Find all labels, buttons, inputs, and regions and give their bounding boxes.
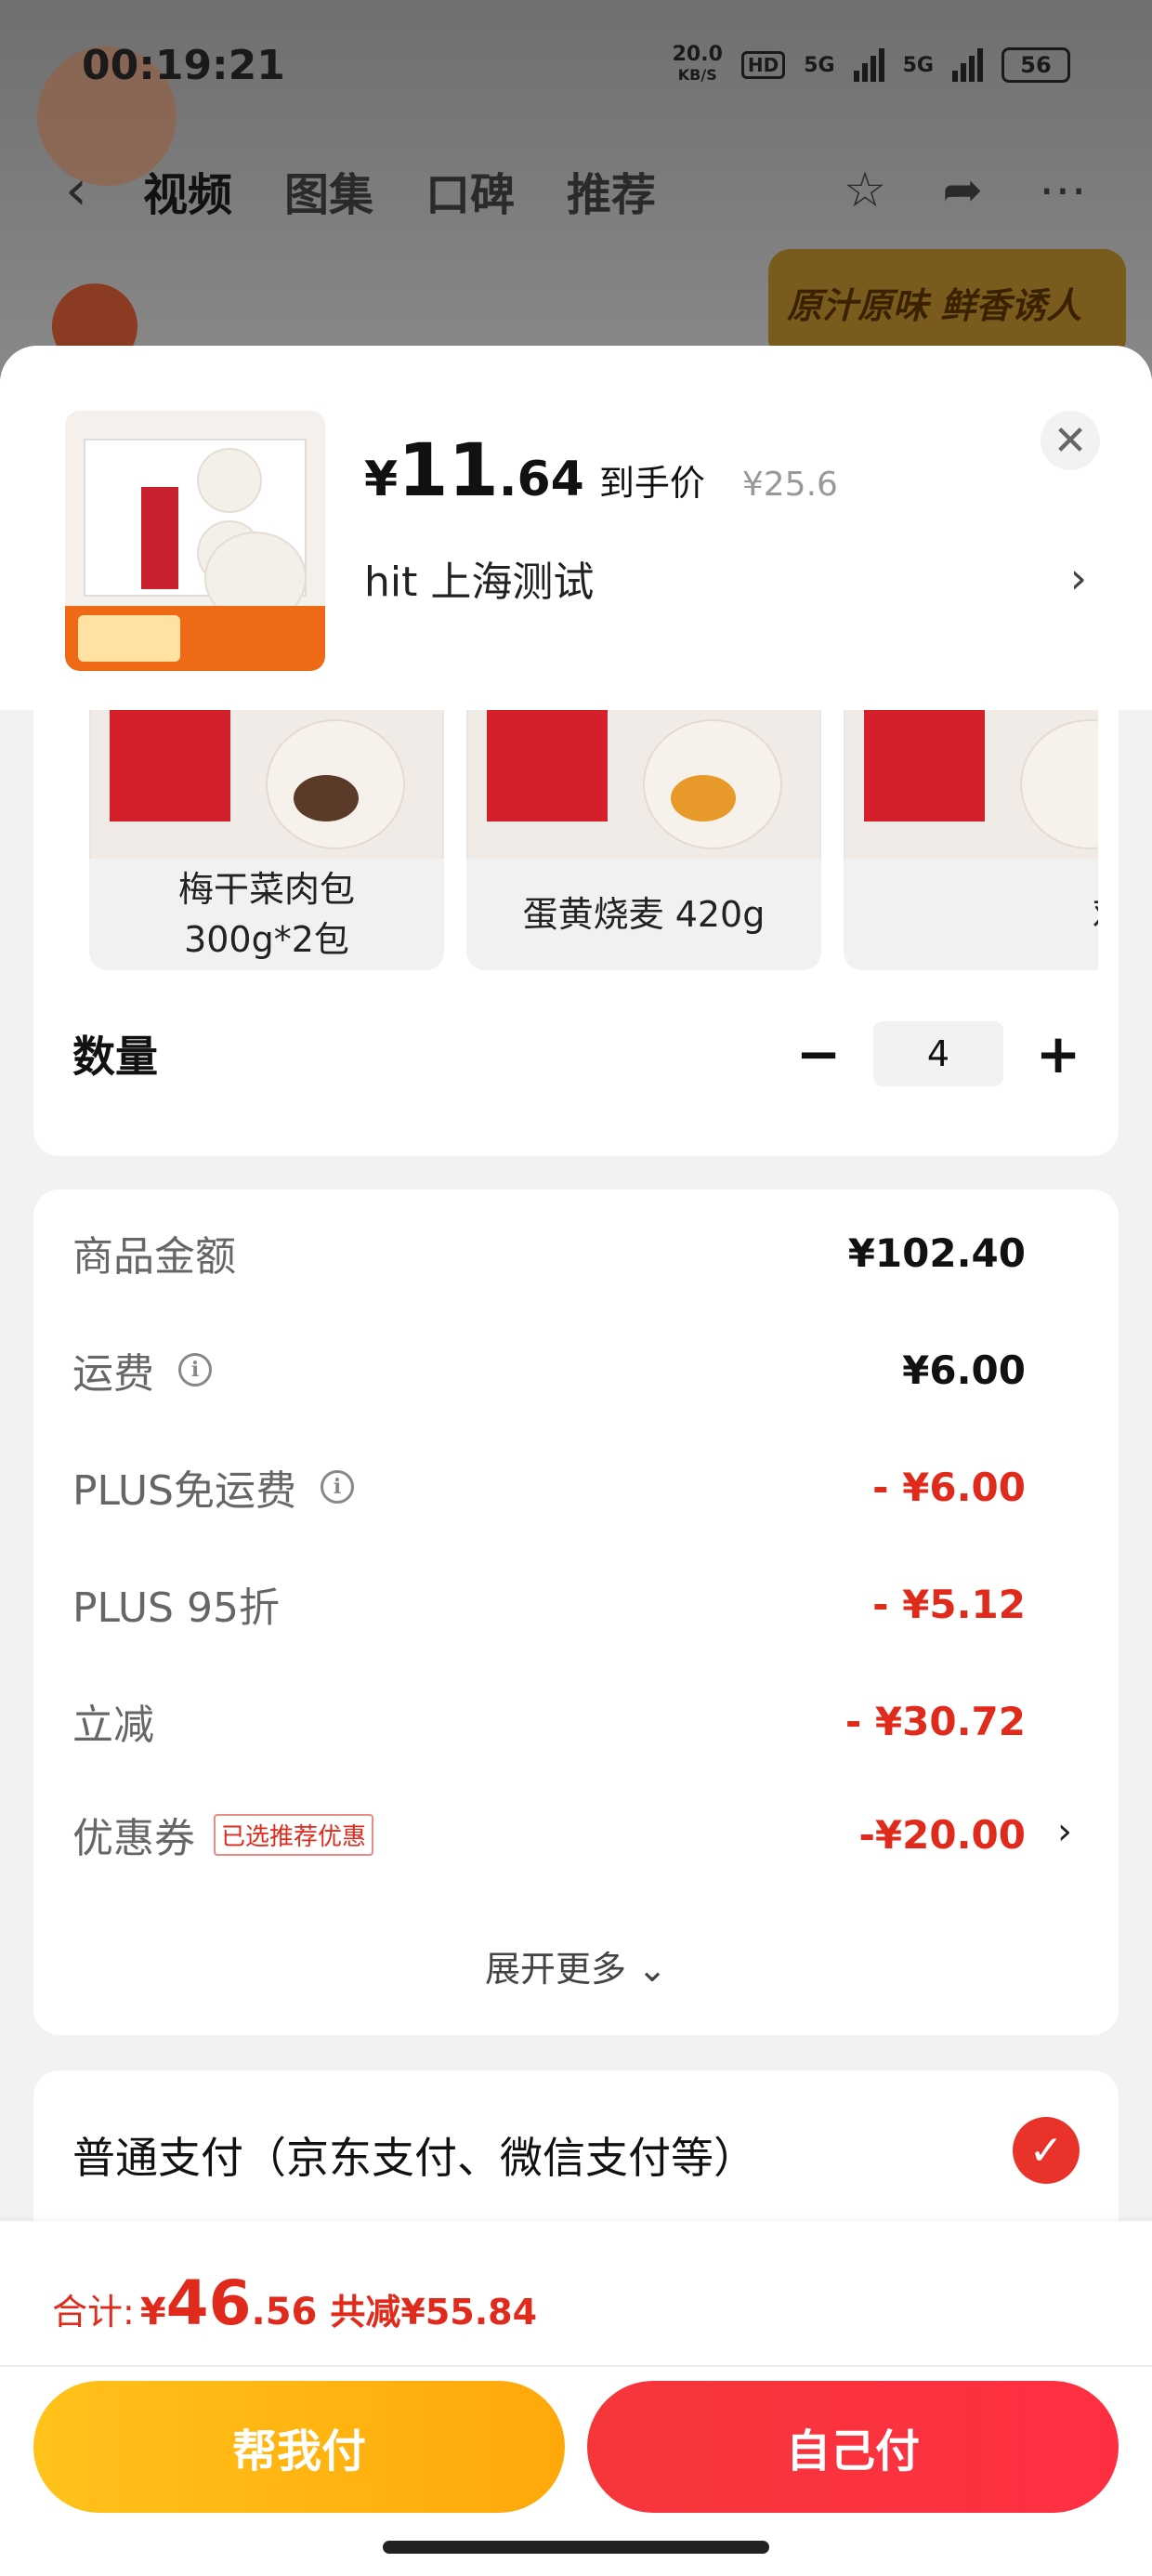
- price-breakdown-card: 商品金额 ¥102.40 运费 i ¥6.00 PLUS免运费 i - ¥6.00 …: [33, 1189, 1119, 2035]
- signal-icon: [853, 48, 884, 82]
- battery-icon: 56: [1001, 47, 1070, 83]
- variant-name: 梅干菜肉包 300g*2包: [89, 859, 444, 970]
- goods-amount-row: 商品金额 ¥102.40: [72, 1223, 1026, 1282]
- tab-video[interactable]: 视频: [143, 158, 232, 223]
- network-speed: 20.0 KB/S: [672, 43, 723, 85]
- variant-option[interactable]: 鸡肉包: [844, 710, 1098, 970]
- increase-button[interactable]: +: [1035, 1022, 1081, 1085]
- variant-image: [466, 710, 821, 859]
- original-price: ¥25.6: [741, 466, 838, 504]
- variant-image: [844, 710, 1098, 859]
- chevron-down-icon: ⌄: [637, 1949, 667, 1990]
- plus-discount-row: PLUS 95折 - ¥5.12: [72, 1574, 1026, 1634]
- close-icon: ✕: [1053, 416, 1088, 465]
- signal-label-2: 5G: [902, 53, 934, 77]
- quantity-stepper: − 4 +: [795, 1021, 1081, 1086]
- signal-label-1: 5G: [804, 53, 835, 77]
- shipping-value: ¥6.00: [902, 1347, 1026, 1393]
- quantity-row: 数量 − 4 +: [72, 1007, 1081, 1100]
- total-decimal: .56: [251, 2291, 318, 2333]
- plus-free-shipping-row: PLUS免运费 i - ¥6.00: [72, 1457, 1026, 1517]
- goods-amount-label: 商品金额: [72, 1233, 236, 1281]
- variant-option[interactable]: 蛋黄烧麦 420g: [466, 710, 821, 970]
- coupon-row[interactable]: 优惠券 已选推荐优惠 -¥20.00: [72, 1805, 1026, 1864]
- variant-option[interactable]: 梅干菜肉包 300g*2包: [89, 710, 444, 970]
- coupon-tag: 已选推荐优惠: [214, 1813, 374, 1856]
- address-row[interactable]: hit 上海测试 ›: [364, 548, 1087, 608]
- back-icon[interactable]: ‹: [65, 158, 87, 223]
- tab-recommend[interactable]: 推荐: [567, 158, 656, 223]
- goods-amount-value: ¥102.40: [847, 1229, 1026, 1276]
- coupon-value: -¥20.00: [858, 1811, 1026, 1858]
- variant-name: 鸡肉包: [844, 859, 1098, 970]
- variant-list: 梅干菜肉包 300g*2包 蛋黄烧麦 420g 鸡肉包: [89, 710, 1098, 970]
- variant-card: 梅干菜肉包 300g*2包 蛋黄烧麦 420g 鸡肉包 数量 − 4 +: [33, 710, 1119, 1156]
- total-label: 合计:: [52, 2292, 135, 2333]
- share-icon[interactable]: ➦: [942, 163, 983, 218]
- more-icon[interactable]: ⋯: [1039, 163, 1087, 218]
- product-thumbnail: [65, 411, 325, 671]
- close-button[interactable]: ✕: [1041, 411, 1100, 470]
- help-pay-button[interactable]: 帮我付: [33, 2381, 565, 2513]
- signal-icon-2: [952, 48, 983, 82]
- background-nav: ‹ 视频 图集 口碑 推荐 ☆ ➦ ⋯: [65, 149, 1087, 232]
- tab-reviews[interactable]: 口碑: [425, 158, 515, 223]
- total-row: 合计: ¥ 46 .56 共减¥55.84: [52, 2267, 537, 2339]
- price-currency: ¥: [364, 452, 399, 507]
- star-icon[interactable]: ☆: [844, 163, 887, 218]
- tab-gallery[interactable]: 图集: [284, 158, 373, 223]
- chevron-right-icon[interactable]: ›: [1057, 1810, 1072, 1853]
- divider: [0, 2365, 1152, 2367]
- total-integer: 46: [165, 2267, 252, 2339]
- instant-discount-value: - ¥30.72: [844, 1698, 1026, 1744]
- price-note: 到手价: [598, 463, 705, 504]
- sheet-header: ¥ 11 .64 到手价 ¥25.6 hit 上海测试 › ✕: [0, 346, 1152, 710]
- info-icon[interactable]: i: [178, 1353, 212, 1387]
- expand-more-button[interactable]: 展开更多 ⌄: [33, 1940, 1119, 1991]
- total-currency: ¥: [139, 2291, 166, 2333]
- price-integer: 11: [398, 429, 499, 513]
- coupon-label: 优惠券: [72, 1815, 195, 1862]
- status-time: 00:19:21: [82, 41, 285, 89]
- payment-method-label: 普通支付（京东支付、微信支付等）: [72, 2133, 756, 2183]
- variant-name: 蛋黄烧麦 420g: [466, 859, 821, 970]
- price-decimal: .64: [498, 452, 584, 507]
- decrease-button[interactable]: −: [795, 1022, 842, 1085]
- info-icon[interactable]: i: [321, 1470, 354, 1504]
- status-icons: 20.0 KB/S HD 5G 5G 56: [673, 45, 1070, 85]
- instant-discount-label: 立减: [72, 1702, 154, 1749]
- hd-icon: HD: [740, 51, 786, 79]
- self-pay-button[interactable]: 自己付: [587, 2381, 1119, 2513]
- plus-free-shipping-label: PLUS免运费: [72, 1467, 296, 1515]
- home-indicator[interactable]: [383, 2541, 769, 2554]
- chevron-right-icon: ›: [1069, 553, 1087, 603]
- plus-free-shipping-value: - ¥6.00: [872, 1464, 1026, 1510]
- promo-banner: 原汁原味 鲜香诱人: [768, 249, 1126, 361]
- checkout-bar: 合计: ¥ 46 .56 共减¥55.84 帮我付 自己付: [0, 2221, 1152, 2576]
- total-saved: 共减¥55.84: [330, 2292, 538, 2333]
- shipping-row: 运费 i ¥6.00: [72, 1340, 1026, 1400]
- expand-more-label: 展开更多: [485, 1949, 627, 1990]
- price-row: ¥ 11 .64 到手价 ¥25.6: [364, 429, 838, 513]
- quantity-input[interactable]: 4: [873, 1021, 1003, 1086]
- shipping-label: 运费: [72, 1350, 154, 1398]
- instant-discount-row: 立减 - ¥30.72: [72, 1691, 1026, 1751]
- status-bar: 00:19:21 20.0 KB/S HD 5G 5G 56: [82, 37, 1070, 93]
- plus-discount-value: - ¥5.12: [872, 1581, 1026, 1627]
- quantity-label: 数量: [72, 1032, 158, 1082]
- plus-discount-label: PLUS 95折: [72, 1584, 280, 1632]
- background-page: 00:19:21 20.0 KB/S HD 5G 5G 56 ‹ 视频 图集 口…: [0, 0, 1152, 390]
- check-icon[interactable]: ✓: [1013, 2117, 1080, 2184]
- variant-image: [89, 710, 444, 859]
- address-text: hit 上海测试: [364, 559, 595, 606]
